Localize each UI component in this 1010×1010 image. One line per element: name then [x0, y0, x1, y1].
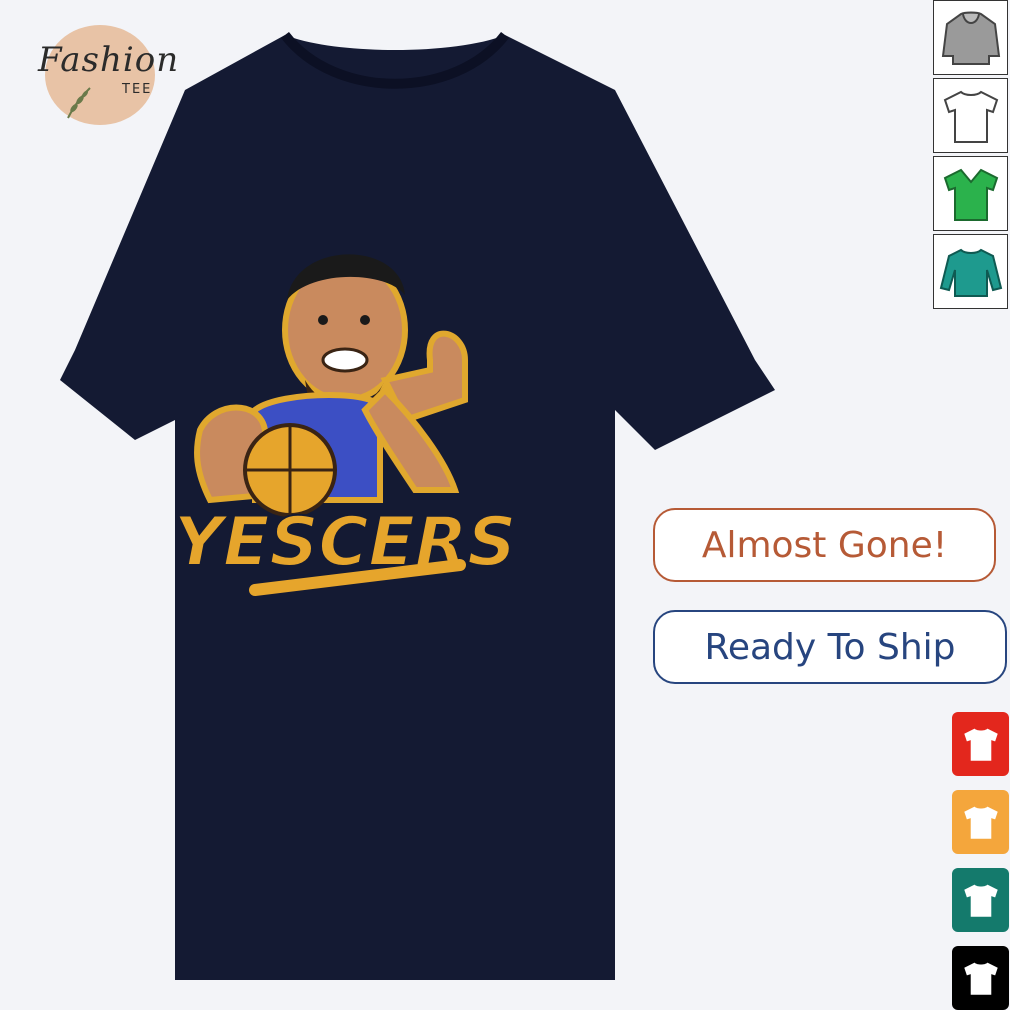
- hoodie-icon: [941, 11, 1000, 65]
- color-swatch-black[interactable]: [952, 946, 1009, 1010]
- tshirt-icon: [963, 962, 998, 995]
- tshirt-icon: [943, 90, 998, 143]
- thumbnail-hoodie[interactable]: [933, 0, 1008, 75]
- color-swatch-teal[interactable]: [952, 868, 1009, 932]
- tshirt-mockup: YESCERS: [60, 31, 775, 980]
- tshirt-icon: [963, 806, 998, 839]
- thumbnail-tshirt[interactable]: [933, 78, 1008, 153]
- tshirt-icon: [963, 884, 998, 917]
- ready-to-ship-badge: Ready To Ship: [653, 610, 1007, 684]
- tshirt-icon: [963, 728, 998, 761]
- color-swatch-orange[interactable]: [952, 790, 1009, 854]
- vneck-icon: [943, 168, 998, 221]
- color-swatch-red[interactable]: [952, 712, 1009, 776]
- almost-gone-badge: Almost Gone!: [653, 508, 996, 582]
- graphic-text: YESCERS: [174, 503, 516, 582]
- product-preview: Fashion TEE YESCERS Almost Gone! Ready T…: [0, 0, 1010, 1010]
- sweatshirt-icon: [939, 248, 1002, 297]
- product-type-thumbnails: [933, 0, 1010, 312]
- thumbnail-vneck[interactable]: [933, 156, 1008, 231]
- thumbnail-sweatshirt[interactable]: [933, 234, 1008, 309]
